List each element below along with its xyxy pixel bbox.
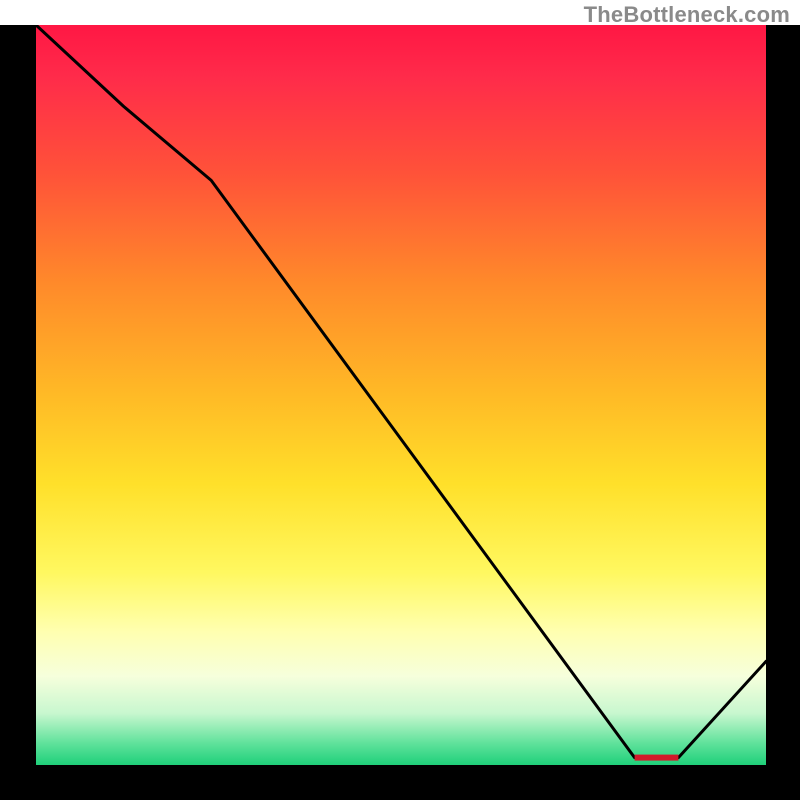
chart-plot-area (36, 25, 766, 765)
bottleneck-chart (0, 25, 800, 800)
optimal-marker (635, 755, 679, 761)
